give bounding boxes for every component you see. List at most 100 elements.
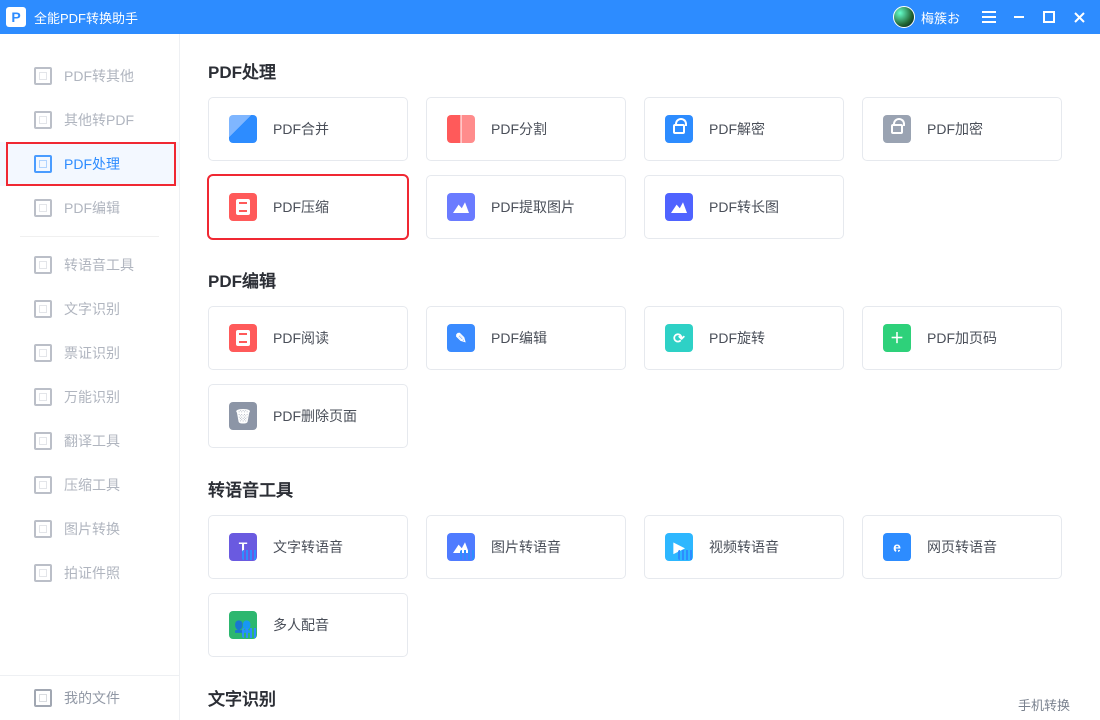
close-button[interactable] [1064, 2, 1094, 32]
pdf-del-page-icon: 🗑 [229, 402, 257, 430]
card-label: PDF旋转 [709, 328, 765, 348]
card-label: PDF转长图 [709, 197, 779, 217]
sidebar-item-label: 压缩工具 [64, 475, 120, 495]
title-bar: P 全能PDF转换助手 梅簇お [0, 0, 1100, 34]
sidebar-item-7[interactable]: 万能识别 [0, 375, 179, 419]
sidebar-item-10[interactable]: 图片转换 [0, 507, 179, 551]
card-label: PDF阅读 [273, 328, 329, 348]
sidebar-item-label: 万能识别 [64, 387, 120, 407]
audio-overlay-icon [242, 550, 258, 560]
ocr-all-icon [34, 388, 52, 406]
pdf-read-icon [229, 324, 257, 352]
sidebar-item-0[interactable]: PDF转其他 [0, 54, 179, 98]
sidebar-item-label: 文字识别 [64, 299, 120, 319]
pdf-edit-icon: ✎ [447, 324, 475, 352]
mobile-convert-link[interactable]: 手机转换 [1018, 695, 1070, 714]
image-to-speech-icon [447, 533, 475, 561]
sidebar-item-2[interactable]: PDF处理 [0, 142, 179, 186]
sidebar-item-11[interactable]: 拍证件照 [0, 551, 179, 595]
web-to-speech-icon: e [883, 533, 911, 561]
card-label: 网页转语音 [927, 537, 997, 557]
sidebar-item-6[interactable]: 票证识别 [0, 331, 179, 375]
multi-dub-icon: 👥 [229, 611, 257, 639]
translate-icon [34, 432, 52, 450]
ocr-doc-icon [34, 344, 52, 362]
pdf-compress-icon [229, 193, 257, 221]
user-avatar[interactable] [893, 6, 915, 28]
card-pdf-edit[interactable]: ✎ PDF编辑 [426, 306, 626, 370]
card-multi-dub[interactable]: 👥多人配音 [208, 593, 408, 657]
sidebar-item-label: 拍证件照 [64, 563, 120, 583]
id-photo-icon [34, 564, 52, 582]
sidebar-item-5[interactable]: 文字识别 [0, 287, 179, 331]
video-to-speech-icon: ▶ [665, 533, 693, 561]
audio-overlay-icon [460, 550, 476, 560]
ocr-text-icon [34, 300, 52, 318]
content-area: PDF处理PDF合并PDF分割PDF解密PDF加密PDF压缩PDF提取图片PDF… [180, 34, 1100, 720]
sidebar-item-label: PDF编辑 [64, 198, 120, 218]
card-grid: T文字转语音 图片转语音 ▶ 视频转语音 e 网页转语音 👥多人配音 [208, 515, 1072, 657]
card-pdf-encrypt[interactable]: PDF加密 [862, 97, 1062, 161]
card-pdf-merge[interactable]: PDF合并 [208, 97, 408, 161]
card-label: 图片转语音 [491, 537, 561, 557]
card-video-to-speech[interactable]: ▶ 视频转语音 [644, 515, 844, 579]
speech-icon [34, 256, 52, 274]
card-pdf-decrypt[interactable]: PDF解密 [644, 97, 844, 161]
pdf-decrypt-icon [665, 115, 693, 143]
card-pdf-long-img[interactable]: PDF转长图 [644, 175, 844, 239]
sidebar-item-4[interactable]: 转语音工具 [0, 243, 179, 287]
sidebar-item-3[interactable]: PDF编辑 [0, 186, 179, 230]
sidebar-item-my-files[interactable]: 我的文件 [0, 676, 179, 720]
to-pdf-icon [34, 111, 52, 129]
pdf-process-icon [34, 155, 52, 173]
card-web-to-speech[interactable]: e 网页转语音 [862, 515, 1062, 579]
menu-icon[interactable] [974, 2, 1004, 32]
pdf-rotate-icon: ⟳ [665, 324, 693, 352]
sidebar-item-8[interactable]: 翻译工具 [0, 419, 179, 463]
image-convert-icon [34, 520, 52, 538]
sidebar-item-label: 其他转PDF [64, 110, 134, 130]
card-pdf-rotate[interactable]: ⟳ PDF旋转 [644, 306, 844, 370]
pdf-pagenum-icon: ＋ [883, 324, 911, 352]
section-title: 转语音工具 [208, 476, 1072, 501]
card-pdf-split[interactable]: PDF分割 [426, 97, 626, 161]
user-name[interactable]: 梅簇お [921, 8, 960, 27]
card-label: PDF加页码 [927, 328, 997, 348]
pdf-edit-icon [34, 199, 52, 217]
sidebar: PDF转其他其他转PDF PDF处理 PDF编辑转语音工具文字识别票证识别万能识别翻… [0, 34, 180, 720]
section-title: 文字识别 [208, 685, 1072, 710]
sidebar-item-1[interactable]: 其他转PDF [0, 98, 179, 142]
minimize-button[interactable] [1004, 2, 1034, 32]
pdf-out-icon [34, 67, 52, 85]
app-logo-icon: P [6, 7, 26, 27]
audio-overlay-icon [242, 628, 258, 638]
card-label: PDF合并 [273, 119, 329, 139]
card-pdf-compress[interactable]: PDF压缩 [208, 175, 408, 239]
section-title: PDF编辑 [208, 267, 1072, 292]
pdf-encrypt-icon [883, 115, 911, 143]
card-pdf-del-page[interactable]: 🗑PDF删除页面 [208, 384, 408, 448]
text-to-speech-icon: T [229, 533, 257, 561]
card-label: PDF解密 [709, 119, 765, 139]
sidebar-item-label: 我的文件 [64, 688, 120, 708]
card-label: 视频转语音 [709, 537, 779, 557]
sidebar-item-label: PDF转其他 [64, 66, 134, 86]
card-pdf-read[interactable]: PDF阅读 [208, 306, 408, 370]
card-pdf-pagenum[interactable]: ＋ PDF加页码 [862, 306, 1062, 370]
app-title: 全能PDF转换助手 [34, 8, 138, 27]
section-title: PDF处理 [208, 58, 1072, 83]
card-label: PDF分割 [491, 119, 547, 139]
card-pdf-extract-img[interactable]: PDF提取图片 [426, 175, 626, 239]
card-grid: PDF合并 PDF分割 PDF解密 PDF加密 PDF压缩 PDF提取图片 PDF转长图 [208, 97, 1072, 239]
compress-icon [34, 476, 52, 494]
card-text-to-speech[interactable]: T文字转语音 [208, 515, 408, 579]
sidebar-item-9[interactable]: 压缩工具 [0, 463, 179, 507]
sidebar-item-label: 票证识别 [64, 343, 120, 363]
pdf-extract-img-icon [447, 193, 475, 221]
card-grid: PDF阅读 ✎ PDF编辑 ⟳ PDF旋转 ＋ PDF加页码 🗑PDF删除页面 [208, 306, 1072, 448]
card-label: PDF编辑 [491, 328, 547, 348]
sidebar-item-label: 翻译工具 [64, 431, 120, 451]
card-image-to-speech[interactable]: 图片转语音 [426, 515, 626, 579]
maximize-button[interactable] [1034, 2, 1064, 32]
audio-overlay-icon [896, 550, 912, 560]
